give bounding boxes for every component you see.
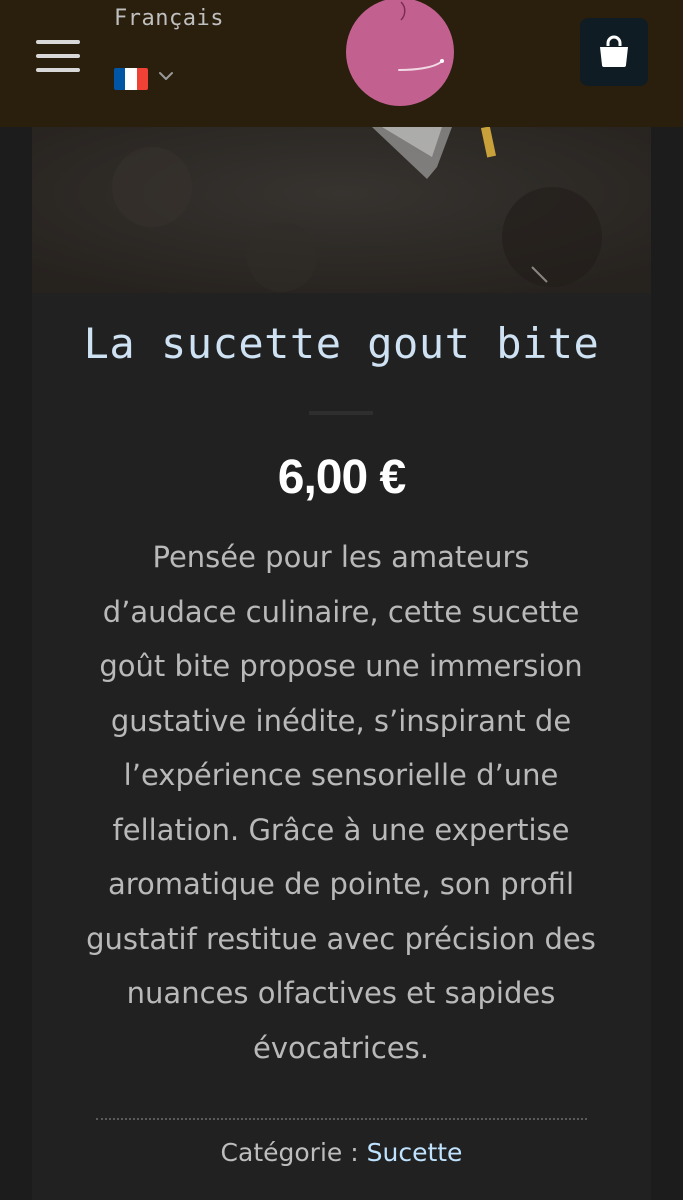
shopping-bag-icon <box>600 35 628 67</box>
product-price: 6,00 € <box>277 451 406 504</box>
language-label: Français <box>114 6 224 31</box>
chevron-down-icon <box>159 72 173 80</box>
hamburger-icon[interactable] <box>36 40 80 72</box>
cart-button[interactable] <box>580 18 648 86</box>
page: Français La sucette gout bite 6,00 € Pen… <box>0 0 683 1200</box>
site-logo[interactable] <box>345 0 455 108</box>
product-category: Catégorie : Sucette <box>0 1133 683 1173</box>
category-link[interactable]: Sucette <box>367 1138 463 1167</box>
category-label: Catégorie : <box>220 1138 359 1167</box>
site-header: Français <box>0 0 683 127</box>
language-switcher[interactable] <box>114 62 184 96</box>
product-description: Pensée pour les amateurs d’audace culina… <box>86 540 596 1065</box>
product-image[interactable] <box>32 127 651 293</box>
french-flag-icon <box>114 68 148 90</box>
meta-divider <box>96 1118 587 1120</box>
title-divider <box>309 411 373 415</box>
product-title: La sucette gout bite <box>83 319 600 368</box>
